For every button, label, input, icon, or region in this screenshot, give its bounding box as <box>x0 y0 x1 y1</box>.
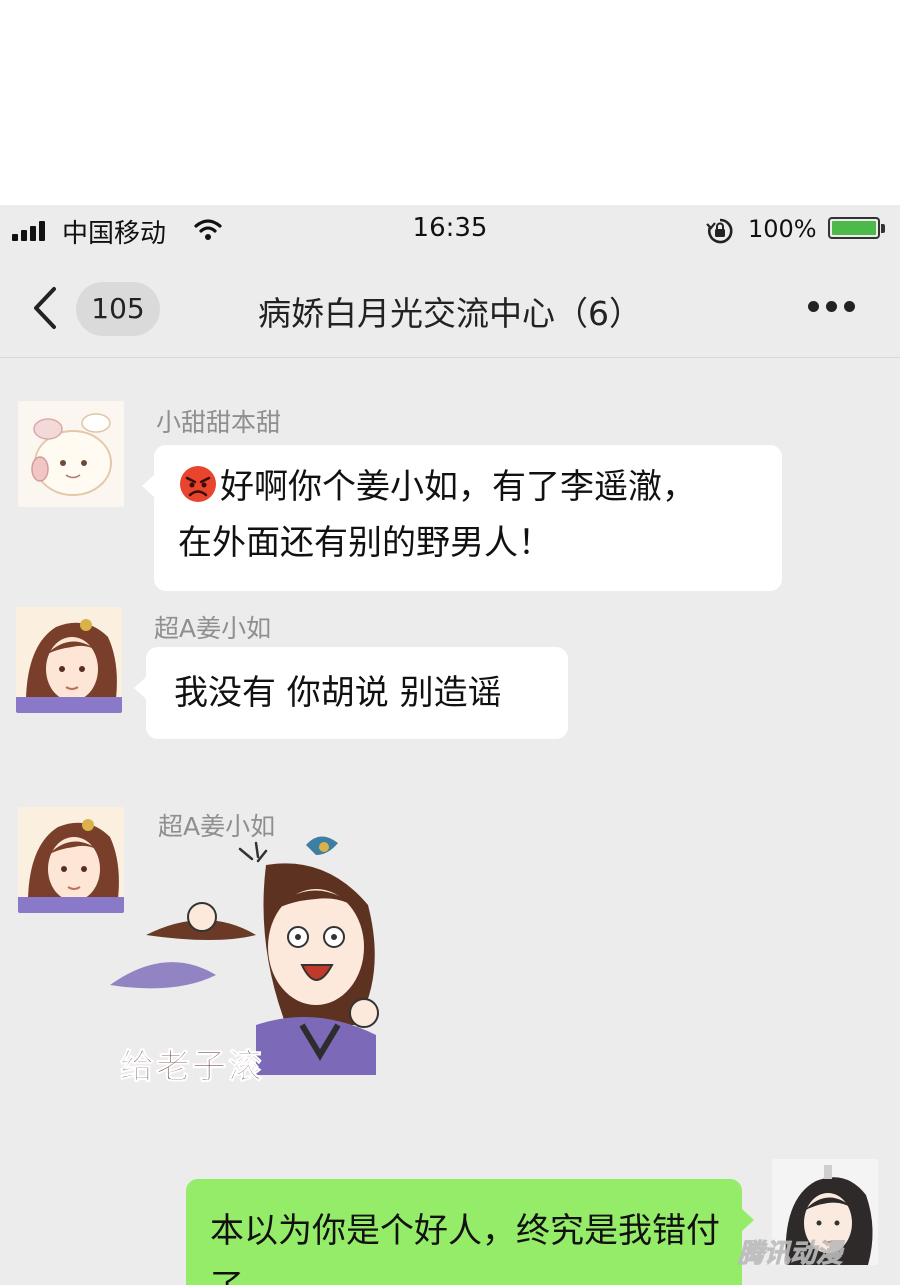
message-line: 好啊你个姜小如，有了李遥澈， <box>178 459 760 515</box>
watermark-text: 腾讯动漫 <box>737 1239 843 1270</box>
sent-message-bubble[interactable]: 本以为你是个好人，终究是我错付 了。 <box>186 1179 754 1285</box>
sender-name: 超A姜小如 <box>154 614 272 643</box>
chat-header: 105 病娇白月光交流中心（6） <box>0 257 900 357</box>
message-bubble[interactable]: 好啊你个姜小如，有了李遥澈， 在外面还有别的野男人！ <box>142 445 782 591</box>
sender-name: 小甜甜本甜 <box>156 408 282 437</box>
avatar-xiaotiantian[interactable] <box>18 401 124 507</box>
message-line: 了。 <box>210 1259 720 1285</box>
header-divider <box>0 357 900 358</box>
group-chat-title: 病娇白月光交流中心（6） <box>258 294 642 333</box>
battery-percent: 100% <box>748 215 817 243</box>
chat-screen: 中国移动 16:35 100% 105 病娇白月光交流中心（6） 小甜甜本甜 好… <box>0 205 900 1285</box>
rotation-lock-icon <box>706 218 733 244</box>
avatar-chaoa-jiangxiaoru[interactable] <box>16 607 122 713</box>
message-bubble[interactable]: 我没有 你胡说 别造谣 <box>134 647 568 739</box>
battery-icon <box>828 217 880 239</box>
battery-tip <box>881 224 885 233</box>
sticker-caption: 给老子滚 <box>120 1047 264 1088</box>
status-bar: 中国移动 16:35 100% <box>0 205 900 255</box>
top-margin <box>0 0 900 205</box>
message-line: 本以为你是个好人，终究是我错付 <box>210 1211 720 1251</box>
more-options-icon[interactable] <box>808 301 856 313</box>
angry-face-icon <box>180 466 216 502</box>
message-line: 在外面还有别的野男人！ <box>178 523 552 563</box>
message-line: 我没有 你胡说 别造谣 <box>174 673 502 713</box>
